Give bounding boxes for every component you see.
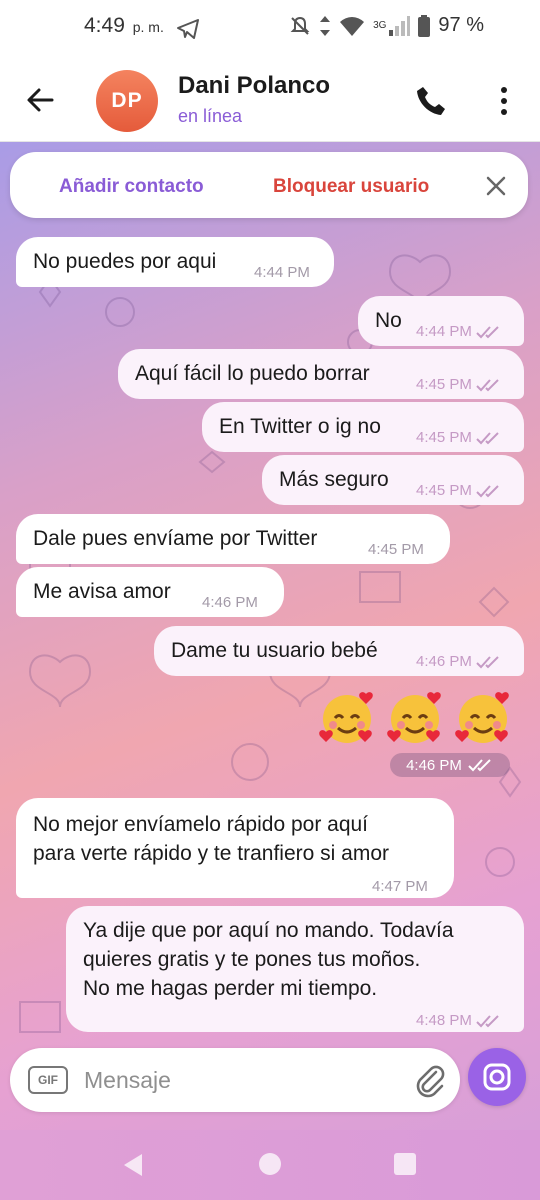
message-text: Aquí fácil lo puedo borrar — [135, 362, 370, 385]
message-time: 4:45 PM — [416, 476, 502, 505]
nav-recents-icon[interactable] — [394, 1153, 416, 1175]
message-text: Me avisa amor — [33, 580, 171, 603]
signal-icon — [389, 15, 411, 36]
message-time: 4:44 PM — [254, 264, 310, 281]
status-bar: 4:49 p. m. 3G 97 % — [0, 0, 540, 60]
paperclip-icon[interactable] — [412, 1062, 448, 1098]
message-text: En Twitter o ig no — [219, 415, 381, 438]
message-time: 4:48 PM — [416, 1006, 502, 1035]
nav-home-icon[interactable] — [259, 1153, 281, 1175]
system-navigation-bar — [0, 1130, 540, 1200]
wifi-icon — [340, 16, 365, 36]
back-arrow-icon[interactable] — [22, 82, 58, 118]
message-time: 4:46 PM — [390, 753, 510, 777]
message-time-value: 4:46 PM — [416, 653, 472, 670]
battery-level: 97 % — [438, 14, 484, 36]
message-time: 4:45 PM — [416, 423, 502, 452]
smiling-face-with-hearts-icon — [319, 692, 373, 743]
message-time: 4:45 PM — [368, 541, 424, 558]
camera-icon — [483, 1063, 511, 1091]
nav-back-icon[interactable] — [120, 1152, 146, 1178]
gif-button[interactable]: GIF — [28, 1066, 68, 1094]
camera-button[interactable] — [468, 1048, 526, 1106]
message-time-value: 4:45 PM — [416, 376, 472, 393]
avatar[interactable]: DP — [96, 70, 158, 132]
emoji-message[interactable] — [318, 688, 518, 752]
status-time-suffix: p. m. — [132, 19, 164, 35]
message-time-value: 4:44 PM — [416, 323, 472, 340]
message-time-value: 4:48 PM — [416, 1012, 472, 1029]
message-bubble[interactable]: Ya dije que por aquí no mando. Todavía q… — [66, 906, 524, 1032]
message-text-line: Ya dije que por aquí no mando. Todavía — [83, 919, 454, 942]
chat-header: DP Dani Polanco en línea — [0, 60, 540, 142]
double-check-icon — [476, 656, 499, 669]
double-check-icon — [476, 379, 499, 392]
message-time: 4:45 PM — [416, 370, 502, 399]
status-time: 4:49 p. m. — [84, 14, 164, 38]
message-text: Dale pues envíame por Twitter — [33, 527, 318, 550]
mute-notification-icon — [290, 16, 310, 35]
message-text: No puedes por aqui — [33, 250, 217, 273]
message-bubble[interactable]: Dame tu usuario bebé 4:46 PM — [154, 626, 524, 676]
message-time: 4:46 PM — [416, 647, 502, 676]
message-bubble[interactable]: No mejor envíamelo rápido por aquí para … — [16, 798, 454, 898]
double-check-icon — [476, 485, 499, 498]
network-type: 3G — [373, 20, 387, 31]
smiling-face-with-hearts-icon — [387, 692, 441, 743]
message-bubble[interactable]: No 4:44 PM — [358, 296, 524, 346]
double-check-icon — [476, 326, 499, 339]
status-time-value: 4:49 — [84, 14, 125, 37]
contact-status: en línea — [178, 106, 243, 126]
telegram-icon — [177, 19, 199, 39]
message-composer: GIF — [10, 1048, 460, 1112]
status-icons: 3G 97 % — [289, 14, 484, 37]
message-time: 4:47 PM — [372, 878, 428, 895]
more-vert-icon[interactable] — [494, 84, 514, 118]
message-text-line: No me hagas perder mi tiempo. — [83, 977, 378, 1000]
message-text: Dame tu usuario bebé — [171, 639, 378, 662]
message-bubble[interactable]: Más seguro 4:45 PM — [262, 455, 524, 505]
message-time: 4:46 PM — [202, 594, 258, 611]
message-text-line: para verte rápido y te tranfiero si amor — [33, 842, 389, 865]
message-time: 4:44 PM — [416, 317, 502, 346]
phone-icon[interactable] — [414, 84, 448, 118]
message-text: Más seguro — [279, 468, 389, 491]
double-check-icon — [476, 432, 499, 445]
message-bubble[interactable]: No puedes por aqui 4:44 PM — [16, 237, 334, 287]
message-text-line: No mejor envíamelo rápido por aquí — [33, 813, 369, 836]
message-bubble[interactable]: Dale pues envíame por Twitter 4:45 PM — [16, 514, 450, 564]
chat-area[interactable]: Añadir contacto Bloquear usuario No pued… — [0, 142, 540, 1130]
message-bubble[interactable]: En Twitter o ig no 4:45 PM — [202, 402, 524, 452]
message-bubble[interactable]: Me avisa amor 4:46 PM — [16, 567, 284, 617]
double-check-icon — [476, 1015, 499, 1028]
message-bubble[interactable]: Aquí fácil lo puedo borrar 4:45 PM — [118, 349, 524, 399]
contact-action-bar: Añadir contacto Bloquear usuario — [10, 152, 528, 218]
message-input[interactable] — [84, 1064, 394, 1096]
message-text: No — [375, 309, 402, 332]
contact-name[interactable]: Dani Polanco — [178, 72, 330, 100]
message-time-value: 4:45 PM — [416, 429, 472, 446]
smiling-face-with-hearts-icon — [455, 692, 509, 743]
block-user-button[interactable]: Bloquear usuario — [273, 176, 429, 198]
close-icon[interactable] — [484, 174, 508, 198]
message-time-value: 4:46 PM — [406, 756, 462, 774]
data-transfer-icon — [320, 15, 331, 36]
double-check-icon — [468, 759, 491, 772]
add-contact-button[interactable]: Añadir contacto — [59, 176, 204, 198]
battery-icon — [418, 14, 431, 37]
message-time-value: 4:45 PM — [416, 482, 472, 499]
message-text-line: quieres gratis y te pones tus moños. — [83, 948, 421, 971]
